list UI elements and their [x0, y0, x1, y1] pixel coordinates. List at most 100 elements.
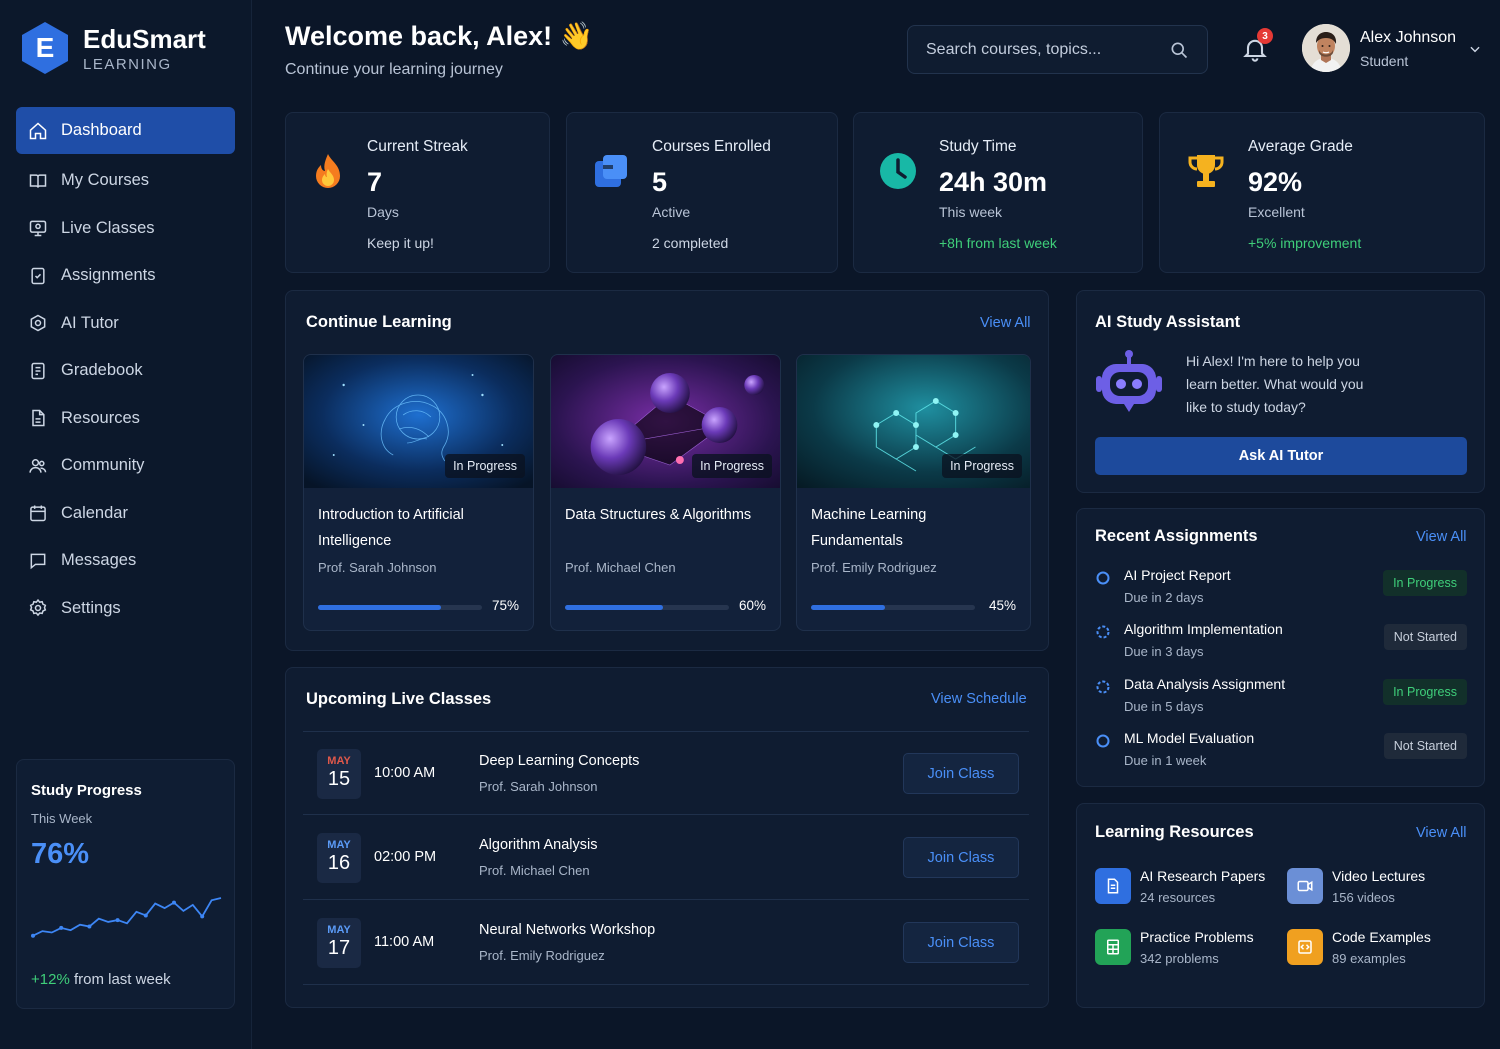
course-instructor: Prof. Emily Rodriguez [811, 560, 937, 575]
assignment-due: Due in 5 days [1124, 699, 1204, 714]
resource-item[interactable]: AI Research Papers 24 resources [1095, 868, 1275, 912]
sidebar-item-gradebook[interactable]: Gradebook [16, 347, 235, 395]
course-status-tag: In Progress [942, 454, 1022, 478]
monitor-icon [29, 220, 47, 237]
study-progress-period: This Week [31, 811, 93, 826]
sidebar-item-assignments[interactable]: Assignments [16, 252, 235, 300]
sidebar-item-live-classes[interactable]: Live Classes [16, 205, 235, 253]
assignment-due: Due in 1 week [1124, 753, 1207, 768]
study-progress-title: Study Progress [31, 782, 142, 799]
course-title[interactable]: Data Structures & Algorithms [565, 503, 765, 529]
sidebar-item-my-courses[interactable]: My Courses [16, 157, 235, 205]
stat-card-study-time: Study Time 24h 30m This week +8h from la… [853, 112, 1143, 273]
assignment-title: AI Project Report [1124, 567, 1231, 583]
notification-badge: 3 [1257, 28, 1273, 44]
join-class-button[interactable]: Join Class [903, 837, 1019, 878]
avatar-portrait [1302, 24, 1350, 72]
resource-name: Practice Problems [1140, 929, 1254, 945]
continue-learning-view-all-link[interactable]: View All [980, 315, 1031, 331]
course-progress-label: 60% [738, 598, 766, 613]
user-name[interactable]: Alex Johnson [1360, 29, 1456, 47]
study-progress-value: 76% [31, 838, 90, 870]
view-schedule-link[interactable]: View Schedule [931, 691, 1027, 707]
live-class-row: MAY 15 10:00 AM Deep Learning Concepts P… [303, 731, 1029, 815]
search-input[interactable] [926, 40, 1169, 59]
home-icon [29, 121, 47, 139]
assignment-row[interactable]: Data Analysis Assignment Due in 5 days I… [1095, 676, 1467, 726]
stat-note: 2 completed [652, 235, 729, 251]
search-icon[interactable] [1169, 40, 1189, 60]
resources-view-all-link[interactable]: View All [1416, 825, 1467, 841]
resource-count: 342 problems [1140, 951, 1219, 966]
date-month: MAY [327, 924, 351, 936]
course-title[interactable]: Introduction to Artificial Intelligence [318, 503, 518, 554]
course-title[interactable]: Machine Learning Fundamentals [811, 503, 1011, 554]
stat-label: Current Streak [367, 138, 468, 155]
status-badge: In Progress [1383, 570, 1467, 596]
sidebar-item-label: Assignments [61, 266, 156, 285]
status-ring-icon [1096, 734, 1110, 748]
stat-unit: This week [939, 204, 1003, 220]
status-badge: Not Started [1383, 624, 1467, 650]
assignment-row[interactable]: Algorithm Implementation Due in 3 days N… [1095, 621, 1467, 671]
stat-label: Average Grade [1248, 138, 1353, 155]
stat-unit: Active [652, 204, 691, 220]
study-progress-change-suffix: from last week [69, 971, 171, 988]
sidebar-item-label: Messages [61, 551, 137, 570]
course-card[interactable]: In Progress Machine Learning Fundamental… [796, 354, 1031, 631]
course-progress-bar [565, 605, 729, 610]
trophy-icon [1188, 155, 1224, 187]
sidebar-item-resources[interactable]: Resources [16, 395, 235, 443]
sparkline-point [115, 918, 120, 923]
assignment-row[interactable]: ML Model Evaluation Due in 1 week Not St… [1095, 730, 1467, 780]
class-time: 02:00 PM [374, 849, 437, 865]
class-title: Deep Learning Concepts [479, 753, 640, 769]
assignment-title: ML Model Evaluation [1124, 730, 1255, 746]
code-icon [1287, 929, 1323, 965]
class-title: Neural Networks Workshop [479, 922, 656, 938]
page-subtitle: Continue your learning journey [285, 61, 503, 78]
resource-item[interactable]: Practice Problems 342 problems [1095, 929, 1275, 973]
sparkline-line [32, 897, 222, 937]
study-progress-sparkline [31, 897, 222, 938]
sidebar-item-ai-tutor[interactable]: AI Tutor [16, 300, 235, 348]
sidebar-item-settings[interactable]: Settings [16, 585, 235, 633]
sidebar-item-community[interactable]: Community [16, 442, 235, 490]
status-badge: In Progress [1383, 679, 1467, 705]
ask-ai-tutor-button[interactable]: Ask AI Tutor [1095, 437, 1467, 475]
live-class-row: MAY 17 11:00 AM Neural Networks Workshop… [303, 901, 1029, 985]
study-progress-change-value: +12% [31, 971, 70, 988]
gear-icon [29, 599, 47, 617]
resource-item[interactable]: Video Lectures 156 videos [1287, 868, 1467, 912]
date-day: 16 [327, 852, 351, 874]
resource-item[interactable]: Code Examples 89 examples [1287, 929, 1467, 973]
stat-note: +5% improvement [1248, 235, 1362, 251]
sidebar-item-label: Settings [61, 598, 121, 617]
sidebar-item-calendar[interactable]: Calendar [16, 490, 235, 538]
course-instructor: Prof. Michael Chen [565, 560, 676, 575]
date-month: MAY [327, 755, 351, 767]
resource-name: AI Research Papers [1140, 868, 1266, 884]
join-class-button[interactable]: Join Class [903, 753, 1019, 794]
course-status-tag: In Progress [445, 454, 525, 478]
sidebar-item-dashboard[interactable]: Dashboard [16, 107, 235, 154]
stat-value: 92% [1248, 167, 1303, 197]
live-classes-title: Upcoming Live Classes [306, 690, 492, 708]
class-time: 10:00 AM [374, 765, 436, 781]
chevron-down-icon[interactable] [1468, 42, 1482, 56]
stat-card-grade: Average Grade 92% Excellent +5% improvem… [1159, 112, 1485, 273]
user-role: Student [1360, 53, 1409, 69]
search-bar[interactable] [907, 25, 1208, 74]
course-card[interactable]: In Progress Introduction to Artificial I… [303, 354, 534, 631]
assignment-row[interactable]: AI Project Report Due in 2 days In Progr… [1095, 567, 1467, 617]
assignments-view-all-link[interactable]: View All [1416, 529, 1467, 545]
join-class-button[interactable]: Join Class [903, 922, 1019, 963]
brand[interactable]: E EduSmart LEARNING [22, 22, 206, 74]
avatar[interactable] [1302, 24, 1350, 72]
sparkline-point [143, 913, 148, 918]
sidebar-item-messages[interactable]: Messages [16, 537, 235, 585]
course-card[interactable]: In Progress Data Structures & Algorithms… [550, 354, 781, 631]
stat-note: +8h from last week [939, 235, 1057, 251]
message-icon [30, 553, 46, 569]
resource-count: 89 examples [1332, 951, 1406, 966]
